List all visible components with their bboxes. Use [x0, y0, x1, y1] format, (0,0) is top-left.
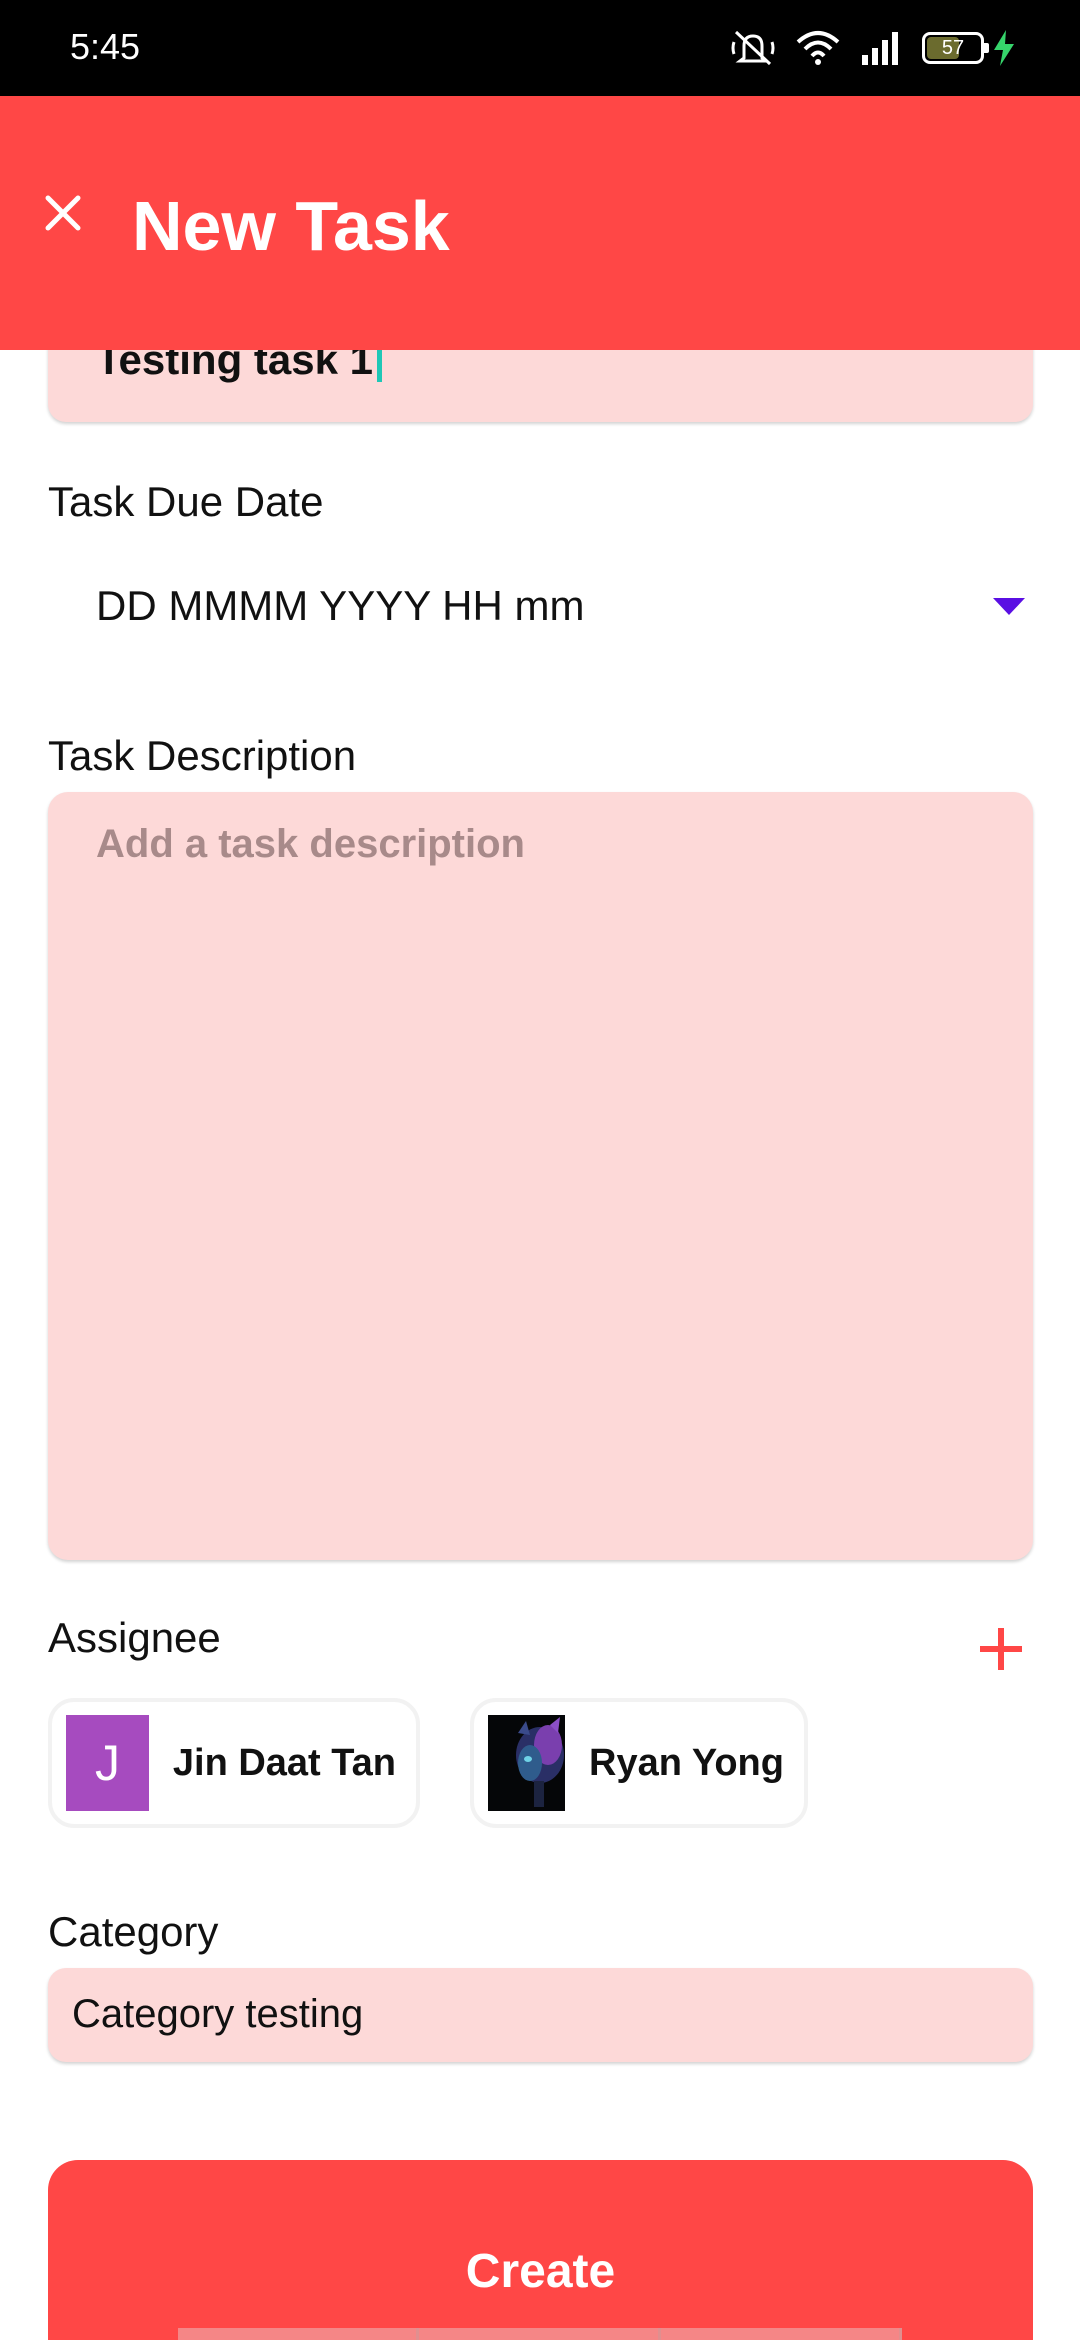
- dropdown-arrow-icon: [993, 598, 1025, 621]
- assignee-chip[interactable]: J Jin Daat Tan: [48, 1698, 420, 1828]
- add-assignee-button[interactable]: [966, 1614, 1036, 1684]
- due-date-select[interactable]: DD MMMM YYYY HH mm: [48, 568, 1033, 648]
- category-label: Category: [48, 1908, 219, 1955]
- due-date-value: DD MMMM YYYY HH mm: [96, 582, 585, 629]
- description-placeholder: Add a task description: [96, 822, 525, 866]
- status-bar: 5:45 57: [0, 0, 1080, 96]
- status-time: 5:45: [70, 26, 141, 67]
- mute-icon: [731, 30, 775, 66]
- category-input[interactable]: Category testing: [48, 1968, 1033, 2062]
- assignee-name: Jin Daat Tan: [172, 1741, 396, 1784]
- avatar: [488, 1715, 566, 1811]
- battery-icon: 57: [922, 32, 989, 64]
- bottom-edge-bar: [178, 2328, 902, 2340]
- status-icons: 57: [730, 26, 1014, 70]
- close-icon: [45, 195, 81, 231]
- assignee-name: Ryan Yong: [589, 1741, 784, 1784]
- avatar: J: [66, 1715, 149, 1811]
- assignee-chip[interactable]: Ryan Yong: [470, 1698, 808, 1828]
- signal-icon: [862, 32, 898, 65]
- plus-icon: [980, 1628, 1022, 1670]
- category-value: Category testing: [72, 1992, 364, 2036]
- wifi-icon: [796, 31, 840, 65]
- due-date-label: Task Due Date: [48, 478, 324, 525]
- close-button[interactable]: [30, 180, 96, 246]
- page-title: New Task: [132, 187, 450, 265]
- task-description-input[interactable]: Add a task description: [48, 792, 1033, 1560]
- task-form: Testing task 1 Task Due Date DD MMMM YYY…: [0, 0, 1080, 2340]
- create-button[interactable]: Create: [48, 2160, 1033, 2340]
- assignee-label: Assignee: [48, 1614, 221, 1661]
- battery-level: 57: [941, 36, 965, 59]
- charging-icon: [994, 30, 1014, 66]
- description-label: Task Description: [48, 732, 357, 779]
- create-button-label: Create: [465, 2245, 616, 2298]
- app-bar: New Task: [0, 96, 1080, 350]
